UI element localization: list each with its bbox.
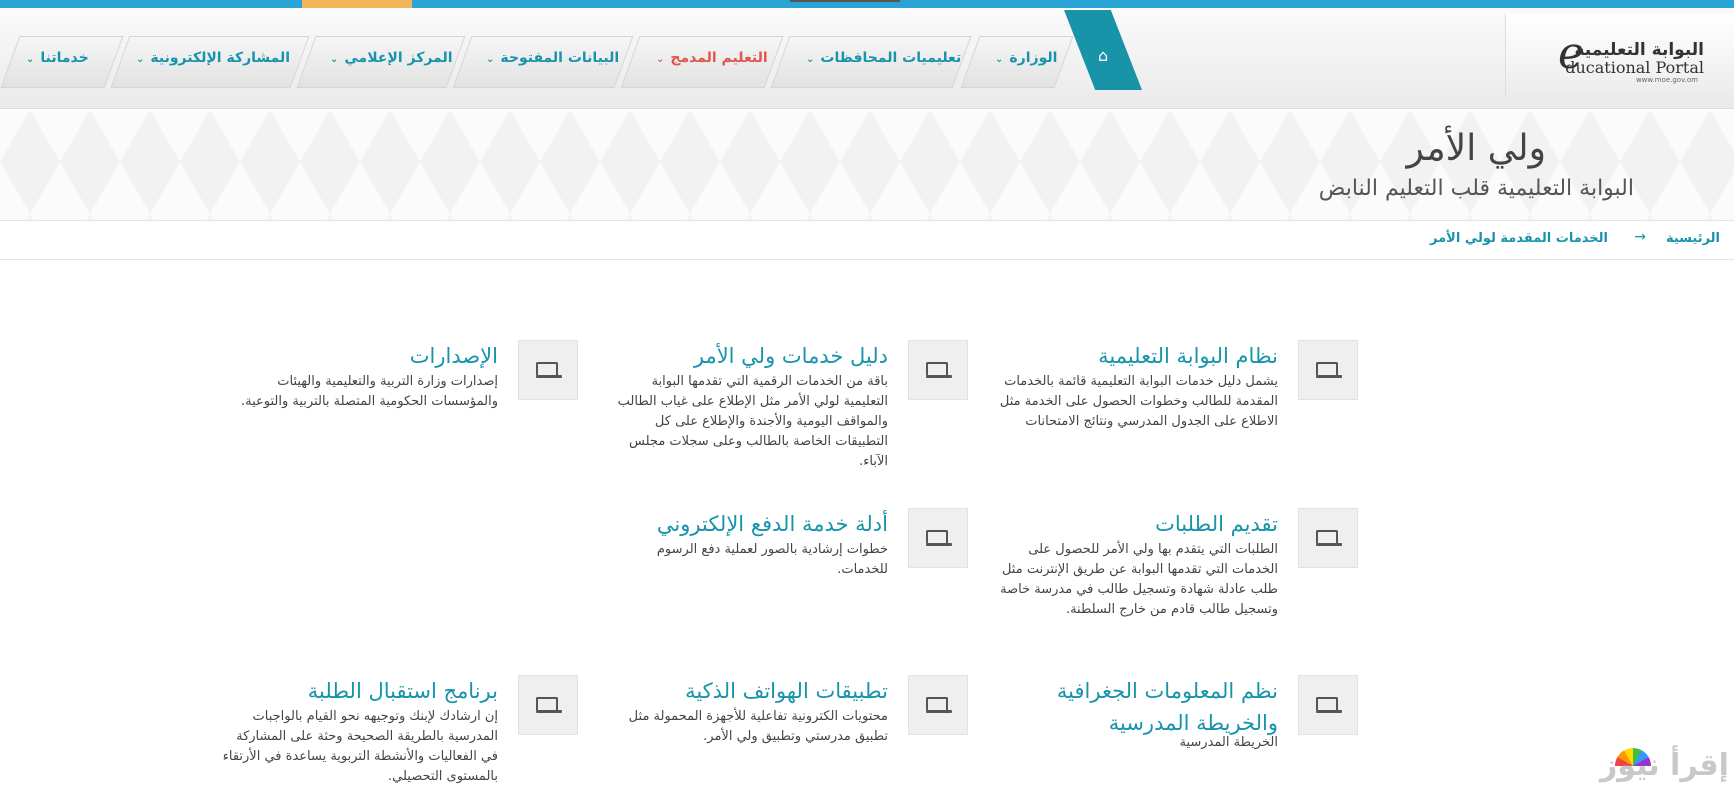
service-card[interactable]: تقديم الطلبات الطلبات التي يتقدم بها ولي… [998, 508, 1358, 698]
service-description: الخريطة المدرسية [1179, 735, 1279, 750]
service-card[interactable]: أدلة خدمة الدفع الإلكتروني خطوات إرشادية… [608, 508, 968, 698]
nav-item-our-services[interactable]: خدماتنا ⌄ [26, 50, 89, 66]
chevron-down-icon: ⌄ [26, 54, 35, 65]
service-card[interactable]: الإصدارات إصدارات وزارة التربية والتعليم… [218, 340, 578, 530]
breadcrumb-current: الخدمات المقدمة لولي الأمر [1430, 231, 1608, 246]
nav-item-media-center[interactable]: المركز الإعلامي ⌄ [330, 50, 453, 66]
nav-item-e-participation[interactable]: المشاركة الإلكترونية ⌄ [136, 50, 290, 66]
logo-english-text: ducational Portal [1565, 58, 1704, 77]
service-title[interactable]: نظم المعلومات الجغرافية والخريطة المدرسي… [1038, 675, 1278, 739]
service-card[interactable]: نظام البوابة التعليمية يشمل دليل خدمات ا… [998, 340, 1358, 530]
page-subtitle: البوابة التعليمية قلب التعليم النابض [1318, 176, 1634, 201]
laptop-icon [908, 340, 968, 400]
logo-url: www.moe.gov.om [1635, 76, 1698, 84]
service-description: يشمل دليل خدمات البوابة التعليمية قائمة … [999, 374, 1278, 429]
nav-item-label: المركز الإعلامي [344, 50, 453, 66]
service-title[interactable]: الإصدارات [228, 340, 498, 372]
breadcrumb-arrow-icon: → [1634, 229, 1646, 245]
laptop-icon [518, 340, 578, 400]
main-navbar: e البوابة التعليمية ducational Portal ww… [0, 8, 1734, 109]
laptop-icon [908, 675, 968, 735]
service-description: إصدارات وزارة التربية والتعليمية والهيئا… [241, 374, 498, 409]
breadcrumb: الرئيسية → الخدمات المقدمة لولي الأمر [0, 220, 1734, 260]
site-logo[interactable]: e البوابة التعليمية ducational Portal ww… [1505, 14, 1734, 96]
laptop-icon [1298, 340, 1358, 400]
nav-item-label: التعليم المدمج [670, 50, 768, 66]
nav-item-label: تعليميات المحافظات [820, 50, 962, 66]
service-card[interactable]: نظم المعلومات الجغرافية والخريطة المدرسي… [998, 675, 1358, 785]
top-strip-marker [790, 0, 900, 2]
chevron-down-icon: ⌄ [136, 54, 145, 65]
nav-item-label: البيانات المفتوحة [500, 50, 620, 66]
page-header: ولي الأمر البوابة التعليمية قلب التعليم … [0, 110, 1734, 220]
service-title[interactable]: تقديم الطلبات [1008, 508, 1278, 540]
laptop-icon [1298, 508, 1358, 568]
laptop-icon [518, 675, 578, 735]
chevron-down-icon: ⌄ [806, 54, 815, 65]
service-title[interactable]: تطبيقات الهواتف الذكية [618, 675, 888, 707]
service-description: إن ارشادك لإبنك وتوجيهه نحو القيام بالوا… [222, 709, 498, 784]
service-title[interactable]: أدلة خدمة الدفع الإلكتروني [618, 508, 888, 540]
service-card[interactable]: دليل خدمات ولي الأمر باقة من الخدمات الر… [608, 340, 968, 530]
service-card[interactable]: تطبيقات الهواتف الذكية محتويات الكترونية… [608, 675, 968, 785]
chevron-down-icon: ⌄ [995, 54, 1004, 65]
nav-item-label: المشاركة الإلكترونية [150, 50, 291, 66]
service-title[interactable]: نظام البوابة التعليمية [1008, 340, 1278, 372]
chevron-down-icon: ⌄ [486, 54, 495, 65]
watermark-text: إقرأ نيوز [1600, 748, 1729, 783]
nav-item-label: خدماتنا [40, 50, 89, 66]
service-description: محتويات الكترونية تفاعلية للأجهزة المحمو… [628, 709, 888, 744]
service-description: باقة من الخدمات الرقمية التي تقدمها البو… [617, 374, 888, 469]
top-strip [0, 0, 1734, 8]
service-title[interactable]: دليل خدمات ولي الأمر [618, 340, 888, 372]
page-title: ولي الأمر [1406, 128, 1546, 169]
service-title[interactable]: برنامج استقبال الطلبة [228, 675, 498, 707]
service-description: الطلبات التي يتقدم بها ولي الأمر للحصول … [1000, 542, 1278, 617]
nav-item-ministry[interactable]: الوزارة ⌄ [995, 50, 1057, 66]
laptop-icon [908, 508, 968, 568]
nav-item-open-data[interactable]: البيانات المفتوحة ⌄ [486, 50, 619, 66]
laptop-icon [1298, 675, 1358, 735]
nav-item-blended-learning[interactable]: التعليم المدمج ⌄ [656, 50, 768, 66]
nav-item-governorates[interactable]: تعليميات المحافظات ⌄ [806, 50, 961, 66]
logo-arabic-text: البوابة التعليمية [1574, 40, 1704, 60]
service-description: خطوات إرشادية بالصور لعملية دفع الرسوم ل… [656, 542, 888, 577]
chevron-down-icon: ⌄ [330, 54, 339, 65]
nav-item-label: الوزارة [1009, 50, 1058, 66]
top-strip-highlight [302, 0, 412, 8]
service-card[interactable]: برنامج استقبال الطلبة إن ارشادك لإبنك وت… [218, 675, 578, 785]
home-icon[interactable]: ⌂ [1098, 46, 1108, 65]
chevron-down-icon: ⌄ [656, 54, 665, 65]
breadcrumb-home-link[interactable]: الرئيسية [1666, 231, 1720, 246]
